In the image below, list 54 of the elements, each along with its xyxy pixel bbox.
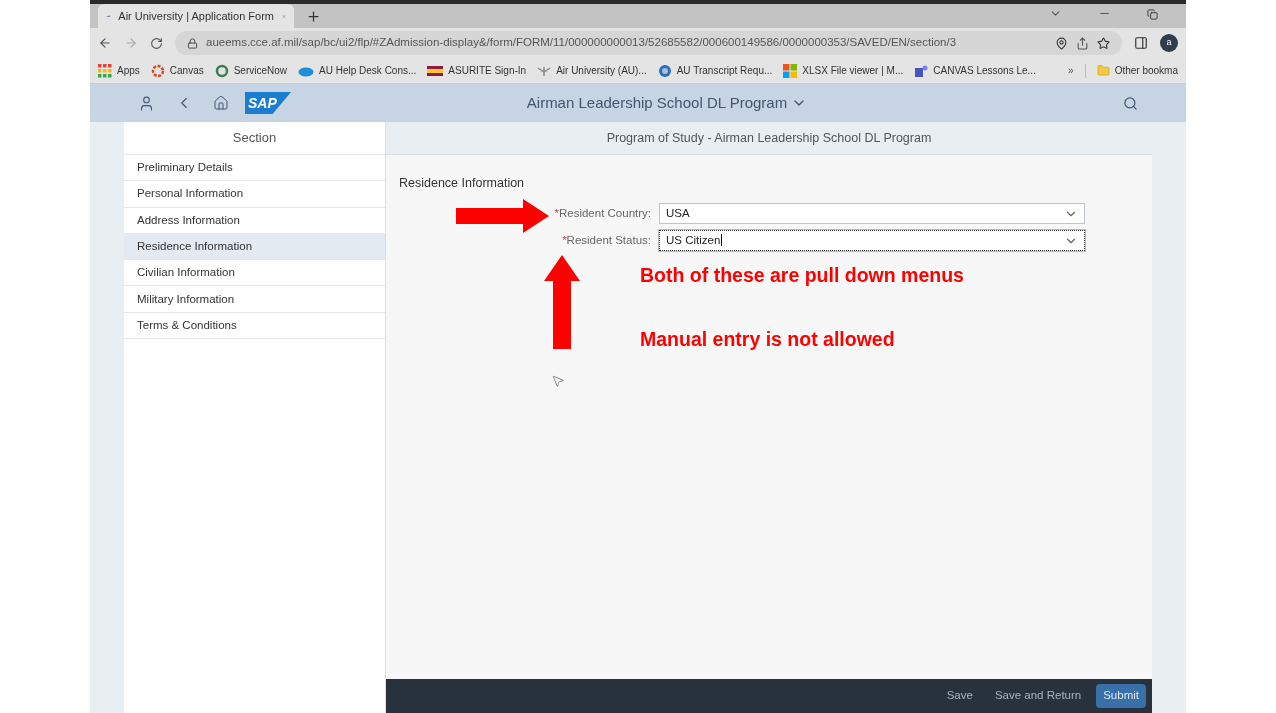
- select-field[interactable]: US Citizen: [659, 230, 1085, 251]
- globe-icon: [657, 63, 672, 78]
- bookmark-item[interactable]: XLSX File viewer | M...: [783, 63, 904, 78]
- location-icon[interactable]: [1055, 36, 1068, 50]
- required-asterisk: *: [554, 205, 559, 221]
- annotation-text: Manual entry is not allowed: [640, 327, 896, 353]
- wings-icon: [537, 64, 552, 77]
- required-asterisk: *: [562, 232, 567, 248]
- right-arrow-icon: [456, 199, 549, 233]
- field-label: Resident Country:: [558, 205, 651, 221]
- bookmark-item[interactable]: Air University (AU)...: [537, 63, 647, 78]
- field-label: Resident Status:: [566, 232, 651, 248]
- select-field[interactable]: USA: [659, 203, 1085, 224]
- reload-icon[interactable]: [150, 36, 163, 50]
- app-title[interactable]: Airman Leadership School DL Program: [526, 91, 788, 115]
- people-icon: [914, 63, 929, 78]
- section-title: Residence Information: [399, 175, 525, 192]
- mouse-cursor-icon: [551, 374, 565, 388]
- sidebar-item[interactable]: Residence Information: [124, 233, 385, 261]
- profile-avatar[interactable]: a: [1160, 34, 1178, 52]
- up-arrow-icon: [544, 255, 580, 349]
- browser-tab[interactable]: Air University | Application Form: [98, 4, 294, 28]
- new-tab-icon[interactable]: [306, 9, 321, 24]
- address-bar[interactable]: aueems.cce.af.mil/sap/bc/ui2/flp/#ZAdmission-display&/form/FORM/11/000000000013/52685582/000600149586/0000000353/SAVED/EN/section/3: [175, 31, 1122, 55]
- footer-button[interactable]: Submit: [1096, 684, 1146, 708]
- restore-icon[interactable]: [1147, 9, 1158, 20]
- lock-icon: [187, 37, 198, 49]
- sap-logo[interactable]: SAP: [245, 92, 291, 114]
- folder-icon: [1096, 64, 1110, 77]
- annotation-text: Both of these are pull down menus: [640, 263, 964, 288]
- bookmark-item[interactable]: AU Help Desk Cons...: [298, 63, 417, 78]
- ring-icon: [150, 63, 165, 78]
- bookmark-star-icon[interactable]: [1097, 36, 1110, 50]
- footer-button[interactable]: Save: [939, 684, 980, 708]
- home-icon[interactable]: [213, 95, 229, 111]
- user-icon[interactable]: [138, 94, 155, 112]
- more-bookmarks-link[interactable]: »: [1068, 63, 1074, 78]
- side-panel-icon[interactable]: [1134, 36, 1148, 50]
- bookmark-item[interactable]: Canvas: [150, 63, 204, 78]
- back-icon[interactable]: [98, 36, 112, 50]
- bookmark-folder[interactable]: Other bookma: [1096, 63, 1178, 78]
- share-icon[interactable]: [1076, 36, 1089, 50]
- bookmark-item[interactable]: ASURITE Sign-In: [427, 63, 527, 78]
- flag-icon: [427, 65, 444, 76]
- page-header: Program of Study - Airman Leadership School DL Program: [386, 122, 1152, 155]
- tiles-icon: [783, 63, 798, 78]
- footer-button[interactable]: Save and Return: [987, 684, 1089, 708]
- bookmark-item[interactable]: AU Transcript Requ...: [657, 63, 773, 78]
- search-icon[interactable]: [1123, 95, 1138, 111]
- apps-grid-icon: [98, 63, 112, 78]
- bookmark-item[interactable]: ServiceNow: [214, 63, 288, 78]
- bookmark-item[interactable]: Apps: [98, 63, 140, 78]
- circle-icon: [214, 63, 229, 78]
- bookmark-item[interactable]: CANVAS Lessons Le...: [914, 63, 1036, 78]
